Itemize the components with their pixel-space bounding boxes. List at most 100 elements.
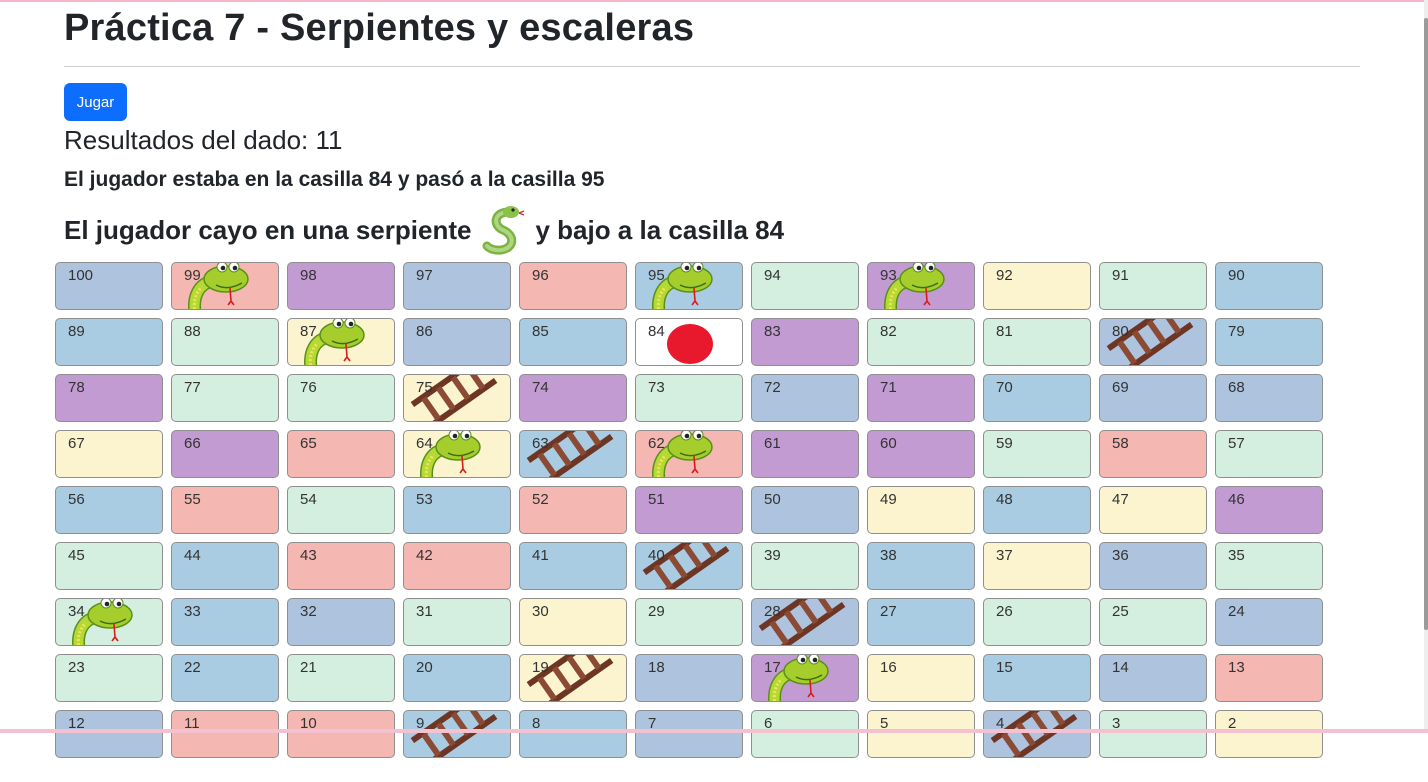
board-cell-77: 77 [171,374,279,422]
board-cell-100: 100 [55,262,163,310]
cell-number: 40 [648,547,665,564]
cell-number: 18 [648,659,665,676]
cell-number: 74 [532,379,549,396]
snake-emoji-icon [475,202,531,258]
cell-number: 97 [416,267,433,284]
board-cell-9: 9 [403,710,511,758]
cell-number: 73 [648,379,665,396]
top-border [0,0,1428,2]
cell-number: 64 [416,435,433,452]
cell-number: 43 [300,547,317,564]
cell-number: 86 [416,323,433,340]
cell-number: 41 [532,547,549,564]
board-cell-89: 89 [55,318,163,366]
cell-number: 67 [68,435,85,452]
cell-number: 47 [1112,491,1129,508]
board-cell-7: 7 [635,710,743,758]
cell-number: 51 [648,491,665,508]
cell-number: 89 [68,323,85,340]
board-cell-75: 75 [403,374,511,422]
board-cell-11: 11 [171,710,279,758]
cell-number: 90 [1228,267,1245,284]
cell-number: 48 [996,491,1013,508]
board-cell-73: 73 [635,374,743,422]
cell-number: 93 [880,267,897,284]
board-cell-12: 12 [55,710,163,758]
cell-number: 49 [880,491,897,508]
cell-number: 82 [880,323,897,340]
board-cell-20: 20 [403,654,511,702]
cell-number: 37 [996,547,1013,564]
cell-number: 31 [416,603,433,620]
cell-number: 21 [300,659,317,676]
board-cell-94: 94 [751,262,859,310]
cell-number: 53 [416,491,433,508]
board-cell-66: 66 [171,430,279,478]
cell-number: 61 [764,435,781,452]
board-cell-91: 91 [1099,262,1207,310]
cell-number: 36 [1112,547,1129,564]
board-cell-97: 97 [403,262,511,310]
cell-number: 85 [532,323,549,340]
board-cell-44: 44 [171,542,279,590]
cell-number: 70 [996,379,1013,396]
cell-number: 26 [996,603,1013,620]
cell-number: 42 [416,547,433,564]
play-button[interactable]: Jugar [64,83,127,121]
board-cell-90: 90 [1215,262,1323,310]
cell-number: 66 [184,435,201,452]
cell-number: 98 [300,267,317,284]
board-cell-57: 57 [1215,430,1323,478]
game-board: 100 99 98 97 96 95 94 93 92 91 90 89 88 87 86 85 84 83 82 8… [55,262,1327,782]
board-cell-83: 83 [751,318,859,366]
board-cell-25: 25 [1099,598,1207,646]
board-cell-78: 78 [55,374,163,422]
board-cell-28: 28 [751,598,859,646]
board-cell-6: 6 [751,710,859,758]
cell-number: 16 [880,659,897,676]
cell-number: 13 [1228,659,1245,676]
board-cell-41: 41 [519,542,627,590]
board-cell-39: 39 [751,542,859,590]
board-cell-65: 65 [287,430,395,478]
page-title: Práctica 7 - Serpientes y escaleras [64,7,695,49]
cell-number: 72 [764,379,781,396]
board-cell-27: 27 [867,598,975,646]
board-cell-19: 19 [519,654,627,702]
cell-number: 19 [532,659,549,676]
board-cell-71: 71 [867,374,975,422]
cell-number: 88 [184,323,201,340]
board-cell-34: 34 [55,598,163,646]
cell-number: 84 [648,323,665,340]
cell-number: 60 [880,435,897,452]
title-divider [64,66,1360,67]
board-cell-17: 17 [751,654,859,702]
cell-number: 59 [996,435,1013,452]
board-cell-8: 8 [519,710,627,758]
cell-number: 34 [68,603,85,620]
board-cell-42: 42 [403,542,511,590]
cell-number: 50 [764,491,781,508]
cell-number: 69 [1112,379,1129,396]
board-cell-61: 61 [751,430,859,478]
cell-number: 77 [184,379,201,396]
scrollbar-thumb[interactable] [1424,18,1428,630]
snake-status-before: El jugador cayo en una serpiente [64,215,472,245]
cell-number: 38 [880,547,897,564]
board-cell-10: 10 [287,710,395,758]
cell-number: 44 [184,547,201,564]
cell-number: 39 [764,547,781,564]
cell-number: 91 [1112,267,1129,284]
cell-number: 15 [996,659,1013,676]
board-cell-24: 24 [1215,598,1323,646]
cell-number: 71 [880,379,897,396]
board-cell-47: 47 [1099,486,1207,534]
dice-result: Resultados del dado: 11 [64,125,343,155]
board-cell-15: 15 [983,654,1091,702]
board-cell-64: 64 [403,430,511,478]
cell-number: 83 [764,323,781,340]
board-cell-54: 54 [287,486,395,534]
cell-number: 33 [184,603,201,620]
cell-number: 99 [184,267,201,284]
cell-number: 75 [416,379,433,396]
